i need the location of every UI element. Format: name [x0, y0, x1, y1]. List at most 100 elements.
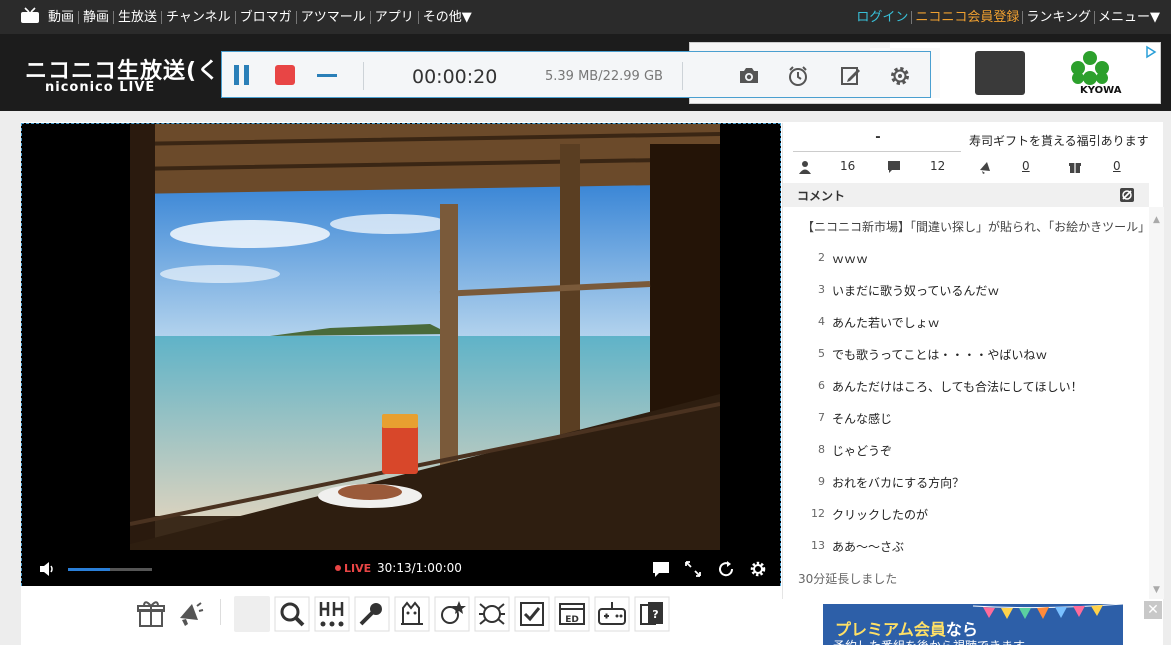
banner-close-button[interactable]: ✕: [1144, 601, 1162, 619]
bug-game-icon[interactable]: [474, 596, 510, 632]
star-character-icon[interactable]: [434, 596, 470, 632]
comment-text: あんた若いでしょｗ: [832, 316, 940, 330]
comment-row[interactable]: 9 おれをバカにする方向？: [783, 465, 1149, 497]
live-indicator: LIVE: [335, 562, 371, 575]
program-title: -: [875, 130, 881, 145]
character-game-icon[interactable]: [394, 596, 430, 632]
controller-icon[interactable]: [594, 596, 630, 632]
nav-app[interactable]: アプリ: [371, 10, 419, 24]
divider: [363, 62, 364, 90]
top-nav: 動画 静画 生放送 チャンネル ブロマガ アツマール アプリ その他▼ ログイン…: [0, 0, 1171, 34]
comment-number: 4: [818, 315, 825, 328]
ad-points-count[interactable]: 0: [1022, 159, 1030, 173]
comment-number: 6: [818, 379, 825, 392]
empty-slot: [234, 596, 270, 632]
camera-icon[interactable]: [737, 64, 761, 88]
comment-row[interactable]: 13 ああ～～さぶ: [783, 529, 1149, 561]
adchoices-icon[interactable]: [1144, 45, 1158, 59]
edit-icon[interactable]: [839, 64, 863, 88]
divider: [220, 599, 221, 625]
gift-icon[interactable]: [133, 596, 169, 632]
comment-text: おれをバカにする方向？: [832, 476, 965, 490]
stop-record-button[interactable]: [275, 65, 295, 85]
ad-megaphone-icon[interactable]: [172, 596, 208, 632]
playback-time: 30:13/1:00:00: [377, 561, 462, 575]
comment-row[interactable]: 12 クリックしたのが: [783, 497, 1149, 529]
comment-header-label: コメント: [797, 189, 846, 203]
comment-scrollbar[interactable]: ▲ ▼: [1149, 207, 1164, 599]
minimize-button[interactable]: [317, 74, 337, 77]
stream-video-frame: [130, 124, 720, 550]
register-link[interactable]: ニコニコ会員登録: [912, 10, 1024, 24]
player-controls: LIVE 30:13/1:00:00: [22, 552, 780, 586]
scroll-up-arrow[interactable]: ▲: [1153, 215, 1160, 225]
volume-icon[interactable]: [38, 560, 56, 578]
comment-number: 7: [818, 411, 825, 424]
ranking-link[interactable]: ランキング: [1023, 10, 1095, 24]
comment-number: 12: [811, 507, 825, 520]
comment-text: いまだに歌う奴っているんだｗ: [832, 284, 1000, 298]
account-links: ログイン ニコニコ会員登録 ランキング メニュー▼: [853, 0, 1163, 34]
volume-slider[interactable]: [68, 568, 152, 571]
fullscreen-icon[interactable]: [684, 560, 702, 578]
comment-text: そんな感じ: [832, 412, 893, 426]
comment-row[interactable]: 4 あんた若いでしょｗ: [783, 305, 1149, 337]
comment-row[interactable]: 7 そんな感じ: [783, 401, 1149, 433]
recording-timer: 00:00:20: [412, 66, 498, 88]
nav-seiga[interactable]: 静画: [79, 10, 115, 24]
nav-other[interactable]: その他▼: [419, 11, 476, 24]
reload-icon[interactable]: [717, 560, 735, 578]
svg-text:ED: ED: [565, 615, 579, 625]
comment-row[interactable]: 3 いまだに歌う奴っているんだｗ: [783, 273, 1149, 305]
quiz-cards-icon[interactable]: ?: [634, 596, 670, 632]
ed-display-icon[interactable]: ED: [554, 596, 590, 632]
gift-count-icon: [1069, 163, 1081, 173]
comment-text: ああ～～さぶ: [832, 540, 905, 554]
program-stats: 16 12 0 0: [783, 155, 1164, 179]
player-settings-icon[interactable]: [749, 560, 767, 578]
divider: [682, 62, 683, 90]
premium-subline: 予約した番組を後から視聴できます: [833, 637, 1025, 645]
checkbox-icon[interactable]: [514, 596, 550, 632]
comment-number: 9: [818, 475, 825, 488]
comment-toggle-icon[interactable]: [652, 560, 670, 578]
nav-video[interactable]: 動画: [44, 10, 80, 24]
comment-row[interactable]: 6 あんただけはころ、しても合法にしてほしい！: [783, 369, 1149, 401]
comment-count: 12: [930, 159, 946, 173]
ng-settings-icon[interactable]: [1119, 187, 1135, 203]
ad-brand: KYOWA: [1080, 85, 1122, 96]
comment-count-icon: [888, 161, 900, 173]
gift-campaign-message[interactable]: 寿司ギフトを貰える福引あります: [969, 132, 1149, 149]
nav-atsumaru[interactable]: アツマール: [297, 10, 371, 24]
premium-banner[interactable]: プレミアム会員なら 予約した番組を後から視聴できます: [823, 604, 1123, 645]
comment-number: 5: [818, 347, 825, 360]
nav-blomaga[interactable]: ブロマガ: [236, 10, 297, 24]
settings-gear-icon[interactable]: [888, 64, 912, 88]
comment-text: じゃどうぞ: [832, 444, 893, 458]
nav-channel[interactable]: チャンネル: [162, 10, 236, 24]
scroll-down-arrow[interactable]: ▼: [1153, 585, 1160, 595]
login-link[interactable]: ログイン: [853, 10, 913, 24]
nav-live[interactable]: 生放送: [114, 10, 163, 24]
recorder-toolbar: 00:00:20 5.39 MB/22.99 GB: [221, 51, 931, 98]
gift-count[interactable]: 0: [1113, 159, 1121, 173]
menu-link[interactable]: メニュー▼: [1095, 11, 1163, 24]
comment-text: ｗｗｗ: [832, 252, 869, 266]
comment-row[interactable]: 2 ｗｗｗ: [783, 241, 1149, 273]
service-links: 動画 静画 生放送 チャンネル ブロマガ アツマール アプリ その他▼: [44, 0, 476, 34]
comment-row[interactable]: 5 でも歌うってことは・・・・やばいねｗ: [783, 337, 1149, 369]
pause-button[interactable]: [234, 65, 250, 85]
svg-text:?: ?: [652, 608, 658, 621]
search-icon[interactable]: [274, 596, 310, 632]
schedule-clock-icon[interactable]: [786, 64, 810, 88]
logo-en: niconico LIVE: [45, 80, 156, 95]
comment-text: あんただけはころ、しても合法にしてほしい！: [832, 380, 1083, 394]
comment-panel: - 寿司ギフトを貰える福引あります 16 12 0 0 コメント 【ニコニコ新市…: [782, 123, 1164, 599]
comment-row[interactable]: 8 じゃどうぞ: [783, 433, 1149, 465]
karaoke-mic-icon[interactable]: [354, 596, 390, 632]
recording-size: 5.39 MB/22.99 GB: [545, 69, 663, 84]
viewer-icon: [799, 161, 811, 174]
niconico-tv-icon[interactable]: [20, 7, 40, 24]
hh-game-icon[interactable]: [314, 596, 350, 632]
video-player[interactable]: LIVE 30:13/1:00:00: [21, 123, 781, 586]
